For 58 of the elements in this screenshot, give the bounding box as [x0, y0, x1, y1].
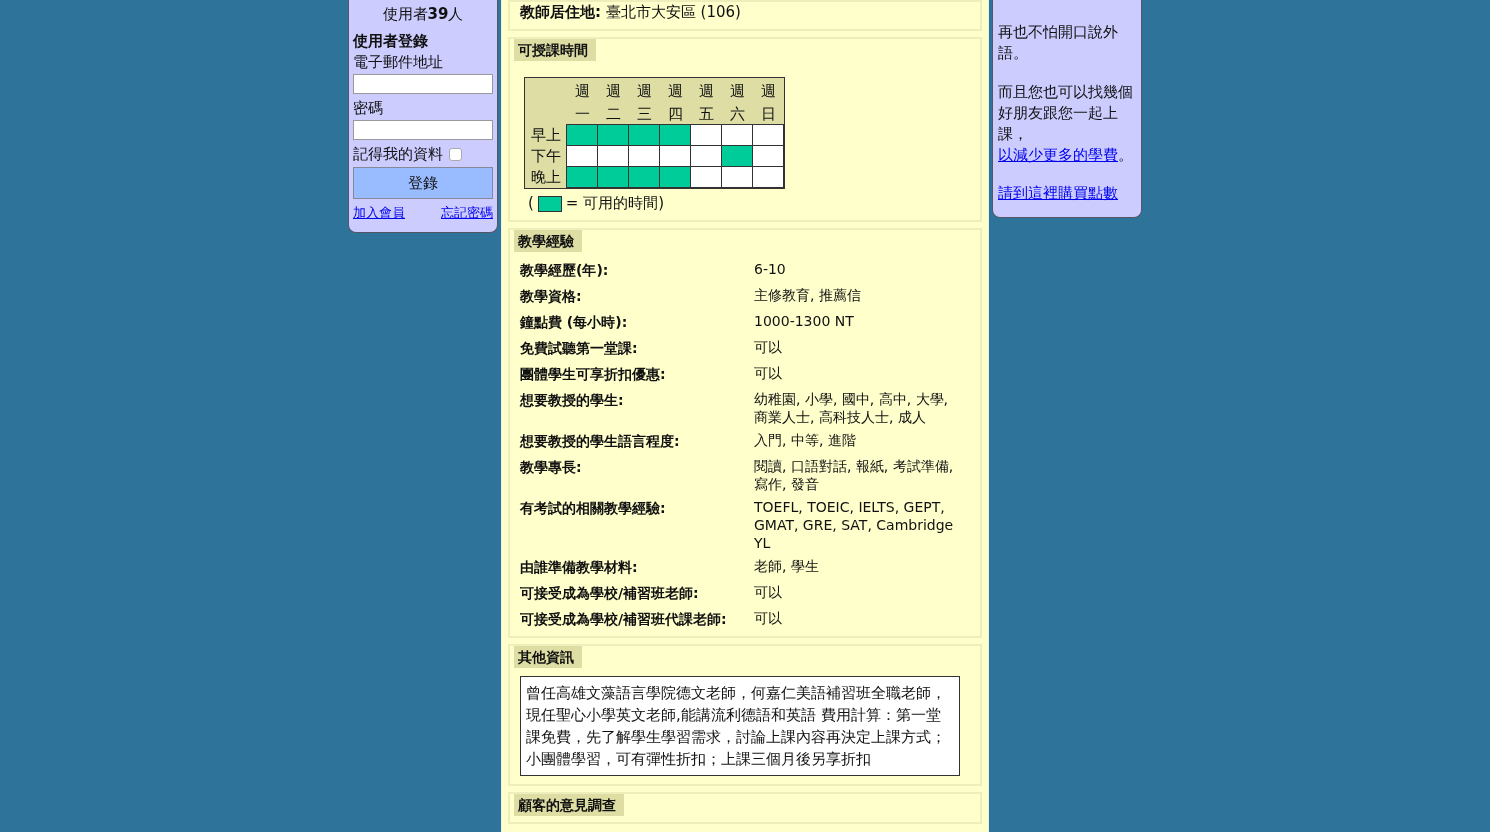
field-label: 想要教授的學生語言程度: [520, 432, 681, 451]
section-title: 顧客的意見調查 [514, 794, 624, 816]
online-count: 使用者39人 [381, 4, 465, 25]
email-label: 電子郵件地址 [353, 52, 444, 73]
field-value: 主修教育, 推薦信 [754, 286, 862, 305]
field-value: 6-10 [754, 260, 787, 279]
section-title: 教學經驗 [514, 230, 582, 252]
email-field[interactable] [353, 74, 493, 94]
field-value: TOEFL, TOEIC, IELTS, GEPT, GMAT, GRE, SAT, Cambridge YL [754, 498, 955, 552]
section-title: 可授課時間 [514, 39, 596, 61]
field-label: 教學專長: [520, 458, 583, 477]
field-label: 想要教授的學生: [520, 391, 625, 410]
field-label: 可接受成為學校/補習班代課老師: [520, 610, 728, 629]
field-label: 團體學生可享折扣優惠: [520, 365, 667, 384]
field-label: 教學經歷(年): [520, 261, 610, 280]
field-value: 可以 [754, 338, 783, 357]
section-title: 其他資訊 [514, 646, 582, 668]
buy-points-link[interactable]: 請到這裡購買點數 [998, 184, 1136, 203]
field-value: 入門, 中等, 進階 [754, 431, 857, 450]
field-value: 老師, 學生 [754, 557, 820, 576]
field-value: 可以 [754, 609, 783, 628]
field-label: 教學資格: [520, 287, 583, 306]
login-button[interactable]: 登錄 [353, 167, 493, 199]
field-label: 可接受成為學校/補習班老師: [520, 584, 700, 603]
field-label: 有考試的相關教學經驗: [520, 499, 667, 518]
remember-label: 記得我的資料 [353, 144, 443, 165]
field-label: 由誰準備教學材料: [520, 558, 639, 577]
promo-text: 而且您也可以找幾個好朋友跟您一起上課， 以減少更多的學費。 [998, 82, 1134, 166]
info-text: 曾任高雄文藻語言學院德文老師，何嘉仁美語補習班全職老師，現任聖心小學英文老師,能講流利德語和英語 費用計算：第一堂課免費，先了解學生學習需求，討論上課內容再決定上課方式；小團體學習，可有彈性折扣；上課三個月後另享折扣 [520, 676, 960, 776]
field-value: 幼稚園, 小學, 國中, 高中, 大學, 商業人士, 高科技人士, 成人 [754, 390, 950, 426]
day-header: 週一 [575, 81, 590, 125]
forgot-password-link[interactable]: 忘記密碼 [441, 204, 493, 222]
field-value: 可以 [754, 583, 783, 602]
legend-text: = 可用的時間) [565, 193, 665, 214]
period-label: 下午 [530, 146, 562, 167]
promo-text: 再也不怕開口說外語。 [998, 22, 1119, 64]
period-label: 早上 [530, 125, 562, 146]
day-header: 週三 [637, 81, 652, 125]
location-text: 教師居住地: 臺北市大安區 (106) [519, 2, 742, 23]
day-header: 週二 [606, 81, 621, 125]
field-label: 鐘點費 (每小時): [520, 313, 629, 332]
field-value: 閱讀, 口語對話, 報紙, 考試準備, 寫作, 發音 [754, 457, 955, 493]
discount-link[interactable]: 以減少更多的學費 [998, 146, 1118, 164]
field-label: 免費試聽第一堂課: [520, 339, 639, 358]
field-value: 可以 [754, 364, 783, 383]
day-header: 週六 [730, 81, 745, 125]
login-title: 使用者登錄 [353, 31, 429, 52]
day-header: 週四 [668, 81, 683, 125]
legend-swatch [537, 195, 562, 212]
field-value: 1000-1300 NT [754, 312, 855, 331]
day-header: 週五 [699, 81, 714, 125]
period-label: 晚上 [530, 167, 562, 188]
join-link[interactable]: 加入會員 [353, 204, 405, 222]
remember-checkbox[interactable] [449, 148, 462, 161]
day-header: 週日 [761, 81, 776, 125]
password-label: 密碼 [353, 98, 384, 119]
password-field[interactable] [353, 120, 493, 140]
legend-paren: ( [528, 193, 534, 214]
